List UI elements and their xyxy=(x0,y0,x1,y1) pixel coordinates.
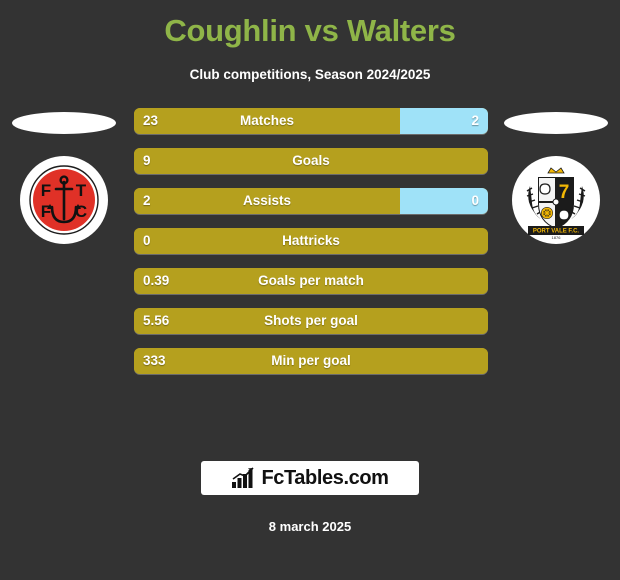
page-subtitle: Club competitions, Season 2024/2025 xyxy=(189,67,431,82)
bar-chart-growth-icon xyxy=(232,467,255,488)
away-glow-ellipse xyxy=(504,112,608,134)
generated-date: 8 march 2025 xyxy=(268,519,352,534)
stat-bar-home-segment xyxy=(134,308,488,334)
away-crest-year: 1876 xyxy=(552,235,562,240)
stat-bar-home-segment xyxy=(134,188,400,214)
home-team-crest[interactable]: F T F C xyxy=(20,156,108,244)
stat-bar-home-segment xyxy=(134,348,488,374)
stat-bar-home-segment xyxy=(134,268,488,294)
stat-home-value: 0 xyxy=(143,233,151,248)
svg-text:F: F xyxy=(41,181,51,200)
fleetwood-town-fc-crest-icon: F T F C xyxy=(27,163,101,237)
page-footer: FcTables.com 8 march 2025 xyxy=(0,461,620,580)
stat-row: 2 0 Assists xyxy=(134,188,488,214)
stat-bar-home-segment xyxy=(134,148,488,174)
svg-text:T: T xyxy=(76,181,87,200)
player-comparison-area: F T F C 7 PORT VALE F.C. 1876 23 2 Match… xyxy=(0,108,620,418)
fctables-brand-logo[interactable]: FcTables.com xyxy=(201,461,419,495)
stat-home-value: 23 xyxy=(143,113,159,128)
stat-home-value: 0.39 xyxy=(143,273,170,288)
page-title: Coughlin vs Walters xyxy=(164,13,456,48)
away-crest-caption: PORT VALE F.C. xyxy=(533,229,580,235)
stat-bar-home-segment xyxy=(134,228,488,254)
stat-home-value: 2 xyxy=(143,193,151,208)
fctables-brand-text: FcTables.com xyxy=(261,466,389,489)
stat-home-value: 333 xyxy=(143,353,166,368)
stat-home-value: 5.56 xyxy=(143,313,170,328)
away-team-crest[interactable]: 7 PORT VALE F.C. 1876 xyxy=(512,156,600,244)
svg-text:7: 7 xyxy=(559,182,570,203)
stat-away-value: 0 xyxy=(471,193,479,208)
stat-bar-home-segment xyxy=(134,108,400,134)
away-team-column: 7 PORT VALE F.C. 1876 xyxy=(496,108,616,308)
stat-home-value: 9 xyxy=(143,153,151,168)
page-header: Coughlin vs Walters Club competitions, S… xyxy=(0,0,620,84)
home-team-column: F T F C xyxy=(4,108,124,308)
stat-row: 0.39 Goals per match xyxy=(134,268,488,294)
port-vale-fc-crest-icon: 7 PORT VALE F.C. 1876 xyxy=(517,161,595,240)
stat-row: 9 Goals xyxy=(134,148,488,174)
stat-row: 23 2 Matches xyxy=(134,108,488,134)
stat-bar-list: 23 2 Matches 9 Goals 2 0 Assists 0 Hattricks 0.39 G… xyxy=(134,108,488,388)
stat-away-value: 2 xyxy=(471,113,479,128)
stat-row: 333 Min per goal xyxy=(134,348,488,374)
stat-row: 5.56 Shots per goal xyxy=(134,308,488,334)
home-glow-ellipse xyxy=(12,112,116,134)
stat-row: 0 Hattricks xyxy=(134,228,488,254)
